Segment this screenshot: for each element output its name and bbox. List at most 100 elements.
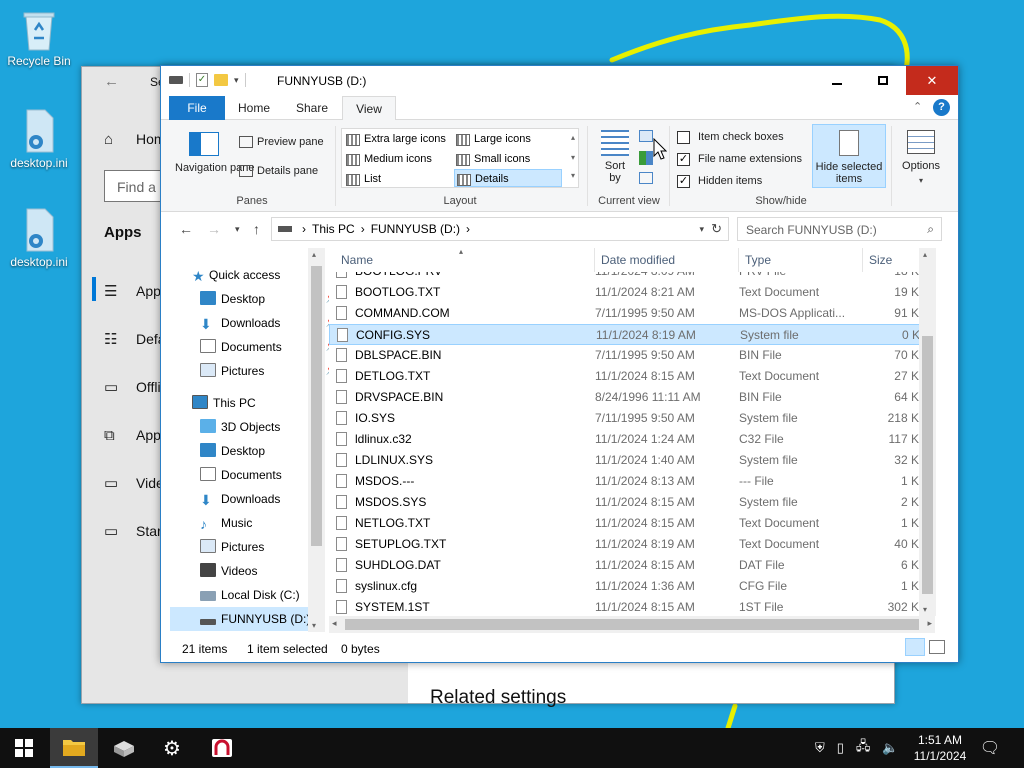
settings-nav-startup[interactable]: ▭ Star bbox=[104, 519, 162, 543]
file-row[interactable]: IO.SYS 7/11/1995 9:50 AM System file 218 KB bbox=[329, 408, 919, 429]
file-row[interactable]: DRVSPACE.BIN 8/24/1996 11:11 AM BIN File 64… bbox=[329, 387, 919, 408]
layout-more-icon[interactable]: ▾ bbox=[571, 171, 575, 180]
horizontal-scrollbar[interactable]: ◂ ▸ bbox=[329, 616, 935, 633]
file-row[interactable]: SETUPLOG.TXT 11/1/2024 8:19 AM Text Docume… bbox=[329, 534, 919, 555]
taskbar-server-manager[interactable] bbox=[100, 728, 148, 768]
file-row[interactable]: BOOTLOG.TXT 11/1/2024 8:21 AM Text Documen… bbox=[329, 282, 919, 303]
file-row[interactable]: LDLINUX.SYS 11/1/2024 1:40 AM System file 3… bbox=[329, 450, 919, 471]
breadcrumb-this-pc[interactable]: This PC bbox=[312, 222, 355, 236]
address-dropdown-icon[interactable]: ▾ bbox=[699, 224, 704, 235]
scroll-left-icon[interactable]: ◂ bbox=[332, 618, 337, 629]
help-icon[interactable]: ? bbox=[933, 99, 950, 116]
new-folder-icon[interactable] bbox=[214, 74, 228, 86]
settings-nav-apps-features[interactable]: ☰ App bbox=[104, 279, 161, 303]
item-check-boxes-toggle[interactable]: Item check boxes bbox=[677, 130, 805, 146]
file-row[interactable]: MSDOS.SYS 11/1/2024 8:15 AM System file 2 K… bbox=[329, 492, 919, 513]
network-icon[interactable]: 🖧 bbox=[856, 737, 871, 759]
layout-list[interactable]: List bbox=[344, 170, 452, 188]
scroll-down-icon[interactable]: ▾ bbox=[312, 621, 316, 630]
file-row[interactable]: BOOTLOG.PRV 11/1/2024 8:09 AM PRV File 18 K… bbox=[329, 272, 919, 282]
nav-scrollbar[interactable]: ▴ ▾ bbox=[308, 248, 325, 632]
hide-selected-items-button[interactable]: Hide selected items bbox=[812, 124, 886, 188]
scroll-up-icon[interactable]: ▴ bbox=[923, 250, 927, 259]
nav-funnyusb-d[interactable]: FUNNYUSB (D:) bbox=[170, 607, 310, 631]
desktop-icon-desktop-ini[interactable]: desktop.ini bbox=[1, 207, 77, 269]
scroll-right-icon[interactable]: ▸ bbox=[927, 618, 932, 629]
action-center-button[interactable]: 🗨 bbox=[966, 728, 1014, 768]
column-header-date[interactable]: Date modified bbox=[595, 248, 739, 272]
settings-nav-video-playback[interactable]: ▭ Vide bbox=[104, 471, 164, 495]
scroll-up-icon[interactable]: ▴ bbox=[312, 250, 316, 259]
settings-nav-default-apps[interactable]: ☷ Defa bbox=[104, 327, 166, 351]
settings-home[interactable]: ⌂ Hom bbox=[104, 127, 166, 151]
file-scroll-thumb[interactable] bbox=[922, 336, 933, 594]
customize-toolbar-icon[interactable]: ▾ bbox=[234, 75, 239, 86]
nav-scroll-thumb[interactable] bbox=[311, 266, 322, 546]
properties-icon[interactable]: ✓ bbox=[196, 73, 208, 87]
add-columns-icon[interactable] bbox=[639, 151, 653, 165]
back-arrow-icon[interactable]: ← bbox=[179, 221, 193, 237]
tab-home[interactable]: Home bbox=[227, 96, 281, 120]
close-button[interactable]: ✕ bbox=[906, 66, 958, 95]
settings-nav-offline-maps[interactable]: ▭ Offli bbox=[104, 375, 161, 399]
search-input[interactable]: Search FUNNYUSB (D:) ⌕ bbox=[737, 217, 942, 241]
desktop-icon-recycle-bin[interactable]: Recycle Bin bbox=[1, 8, 77, 68]
details-view-icon[interactable] bbox=[905, 638, 925, 656]
file-explorer-window[interactable]: ✓ ▾ FUNNYUSB (D:) ✕ File Home Share View… bbox=[160, 65, 959, 663]
collapse-ribbon-icon[interactable]: ⌃ bbox=[913, 100, 922, 113]
back-arrow-icon[interactable]: ← bbox=[104, 73, 119, 90]
sort-by-button[interactable]: Sort by bbox=[595, 128, 635, 190]
security-shield-icon[interactable]: ⛨ bbox=[815, 740, 825, 756]
taskbar-app[interactable] bbox=[198, 728, 246, 768]
drive-icon[interactable] bbox=[169, 76, 183, 84]
layout-extra-large-icons[interactable]: Extra large icons bbox=[344, 130, 452, 148]
file-row[interactable]: MSDOS.--- 11/1/2024 8:13 AM --- File 1 KB bbox=[329, 471, 919, 492]
group-by-icon[interactable] bbox=[639, 130, 653, 142]
address-bar[interactable]: › This PC › FUNNYUSB (D:) › ▾ ↻ bbox=[271, 217, 729, 241]
size-columns-icon[interactable] bbox=[639, 172, 653, 184]
layout-scroll-up-icon[interactable]: ▴ bbox=[571, 133, 575, 142]
layout-scroll-down-icon[interactable]: ▾ bbox=[571, 153, 575, 162]
navigation-pane-button[interactable]: Navigation pane bbox=[175, 128, 255, 190]
tab-file[interactable]: File bbox=[169, 96, 225, 120]
file-row[interactable]: DETLOG.TXT 11/1/2024 8:15 AM Text Document… bbox=[329, 366, 919, 387]
layout-medium-icons[interactable]: Medium icons bbox=[344, 150, 452, 168]
file-name-extensions-toggle[interactable]: ✓ File name extensions bbox=[677, 152, 807, 168]
start-button[interactable] bbox=[0, 728, 48, 768]
breadcrumb-funnyusb[interactable]: FUNNYUSB (D:) bbox=[371, 222, 460, 236]
file-list-scrollbar[interactable]: ▴ ▾ bbox=[919, 248, 936, 616]
column-header-type[interactable]: Type bbox=[739, 248, 863, 272]
file-row[interactable]: syslinux.cfg 11/1/2024 1:36 AM CFG File 1 K… bbox=[329, 576, 919, 597]
explorer-titlebar[interactable]: ✓ ▾ FUNNYUSB (D:) ✕ bbox=[161, 66, 958, 96]
taskbar-settings[interactable]: ⚙ bbox=[148, 728, 196, 768]
tab-view[interactable]: View bbox=[342, 96, 396, 121]
up-arrow-icon[interactable]: ↑ bbox=[253, 221, 260, 237]
horizontal-scroll-thumb[interactable] bbox=[345, 619, 919, 630]
column-header-name[interactable]: Name ▴ bbox=[329, 248, 595, 272]
layout-details[interactable]: Details bbox=[454, 169, 562, 187]
clock[interactable]: 1:51 AM 11/1/2024 bbox=[905, 732, 975, 764]
forward-arrow-icon[interactable]: → bbox=[207, 221, 221, 237]
layout-small-icons[interactable]: Small icons bbox=[454, 150, 562, 168]
large-icons-view-icon[interactable] bbox=[929, 640, 945, 654]
column-header-size[interactable]: Size bbox=[863, 248, 923, 272]
file-row[interactable]: CONFIG.SYS 11/1/2024 8:19 AM System file 0 … bbox=[329, 324, 919, 345]
minimize-button[interactable] bbox=[814, 66, 860, 95]
file-row[interactable]: COMMAND.COM 7/11/1995 9:50 AM MS-DOS Appli… bbox=[329, 303, 919, 324]
taskbar-file-explorer[interactable] bbox=[50, 728, 98, 768]
settings-nav-apps-websites[interactable]: ⧉ App bbox=[104, 423, 161, 447]
tab-share[interactable]: Share bbox=[285, 96, 339, 120]
file-row[interactable]: NETLOG.TXT 11/1/2024 8:15 AM Text Document… bbox=[329, 513, 919, 534]
volume-muted-icon[interactable]: 🔈 bbox=[882, 740, 898, 756]
file-row[interactable]: DBLSPACE.BIN 7/11/1995 9:50 AM BIN File 70 … bbox=[329, 345, 919, 366]
options-button[interactable]: Options ▾ bbox=[897, 128, 945, 190]
desktop-icon-desktop-ini[interactable]: desktop.ini bbox=[1, 108, 77, 170]
file-row[interactable]: ldlinux.c32 11/1/2024 1:24 AM C32 File 117 … bbox=[329, 429, 919, 450]
hidden-items-toggle[interactable]: ✓ Hidden items bbox=[677, 174, 805, 190]
layout-large-icons[interactable]: Large icons bbox=[454, 130, 562, 148]
usb-device-icon[interactable]: ▯ bbox=[837, 740, 844, 756]
scroll-down-icon[interactable]: ▾ bbox=[923, 605, 927, 614]
file-row[interactable]: SUHDLOG.DAT 11/1/2024 8:15 AM DAT File 6 KB bbox=[329, 555, 919, 576]
preview-pane-button[interactable]: Preview pane bbox=[237, 134, 329, 152]
file-row[interactable]: SYSTEM.1ST 11/1/2024 8:15 AM 1ST File 302 K… bbox=[329, 597, 919, 616]
